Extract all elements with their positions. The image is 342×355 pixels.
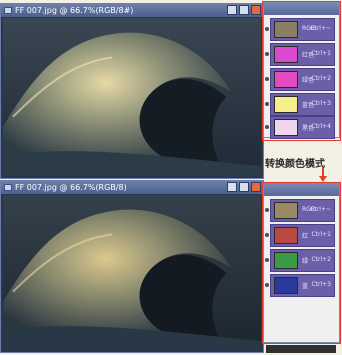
close-button[interactable] [251,5,261,15]
maximize-button[interactable] [239,5,249,15]
highlight-outline [262,1,341,141]
document-icon [4,7,12,14]
highlight-outline [262,182,341,344]
document-icon [4,184,12,191]
image-window-bottom[interactable]: FF 007.jpg @ 66.7%(RGB/8) [0,180,264,353]
close-button[interactable] [251,182,261,192]
minimize-button[interactable] [227,182,237,192]
maximize-button[interactable] [239,182,249,192]
window-title: FF 007.jpg @ 66.7%(RGB/8) [15,183,127,192]
wave-image [3,18,261,176]
image-canvas[interactable] [3,195,261,350]
image-canvas[interactable] [3,18,261,176]
wave-image [3,195,261,350]
window-title: FF 007.jpg @ 66.7%(RGB/8#) [15,6,134,15]
window-titlebar[interactable]: FF 007.jpg @ 66.7%(RGB/8#) [1,4,263,17]
bottom-strip [266,345,336,353]
window-titlebar[interactable]: FF 007.jpg @ 66.7%(RGB/8) [1,181,263,194]
minimize-button[interactable] [227,5,237,15]
caption-text: 转换颜色模式 [265,159,325,170]
image-window-top[interactable]: FF 007.jpg @ 66.7%(RGB/8#) [0,3,264,179]
